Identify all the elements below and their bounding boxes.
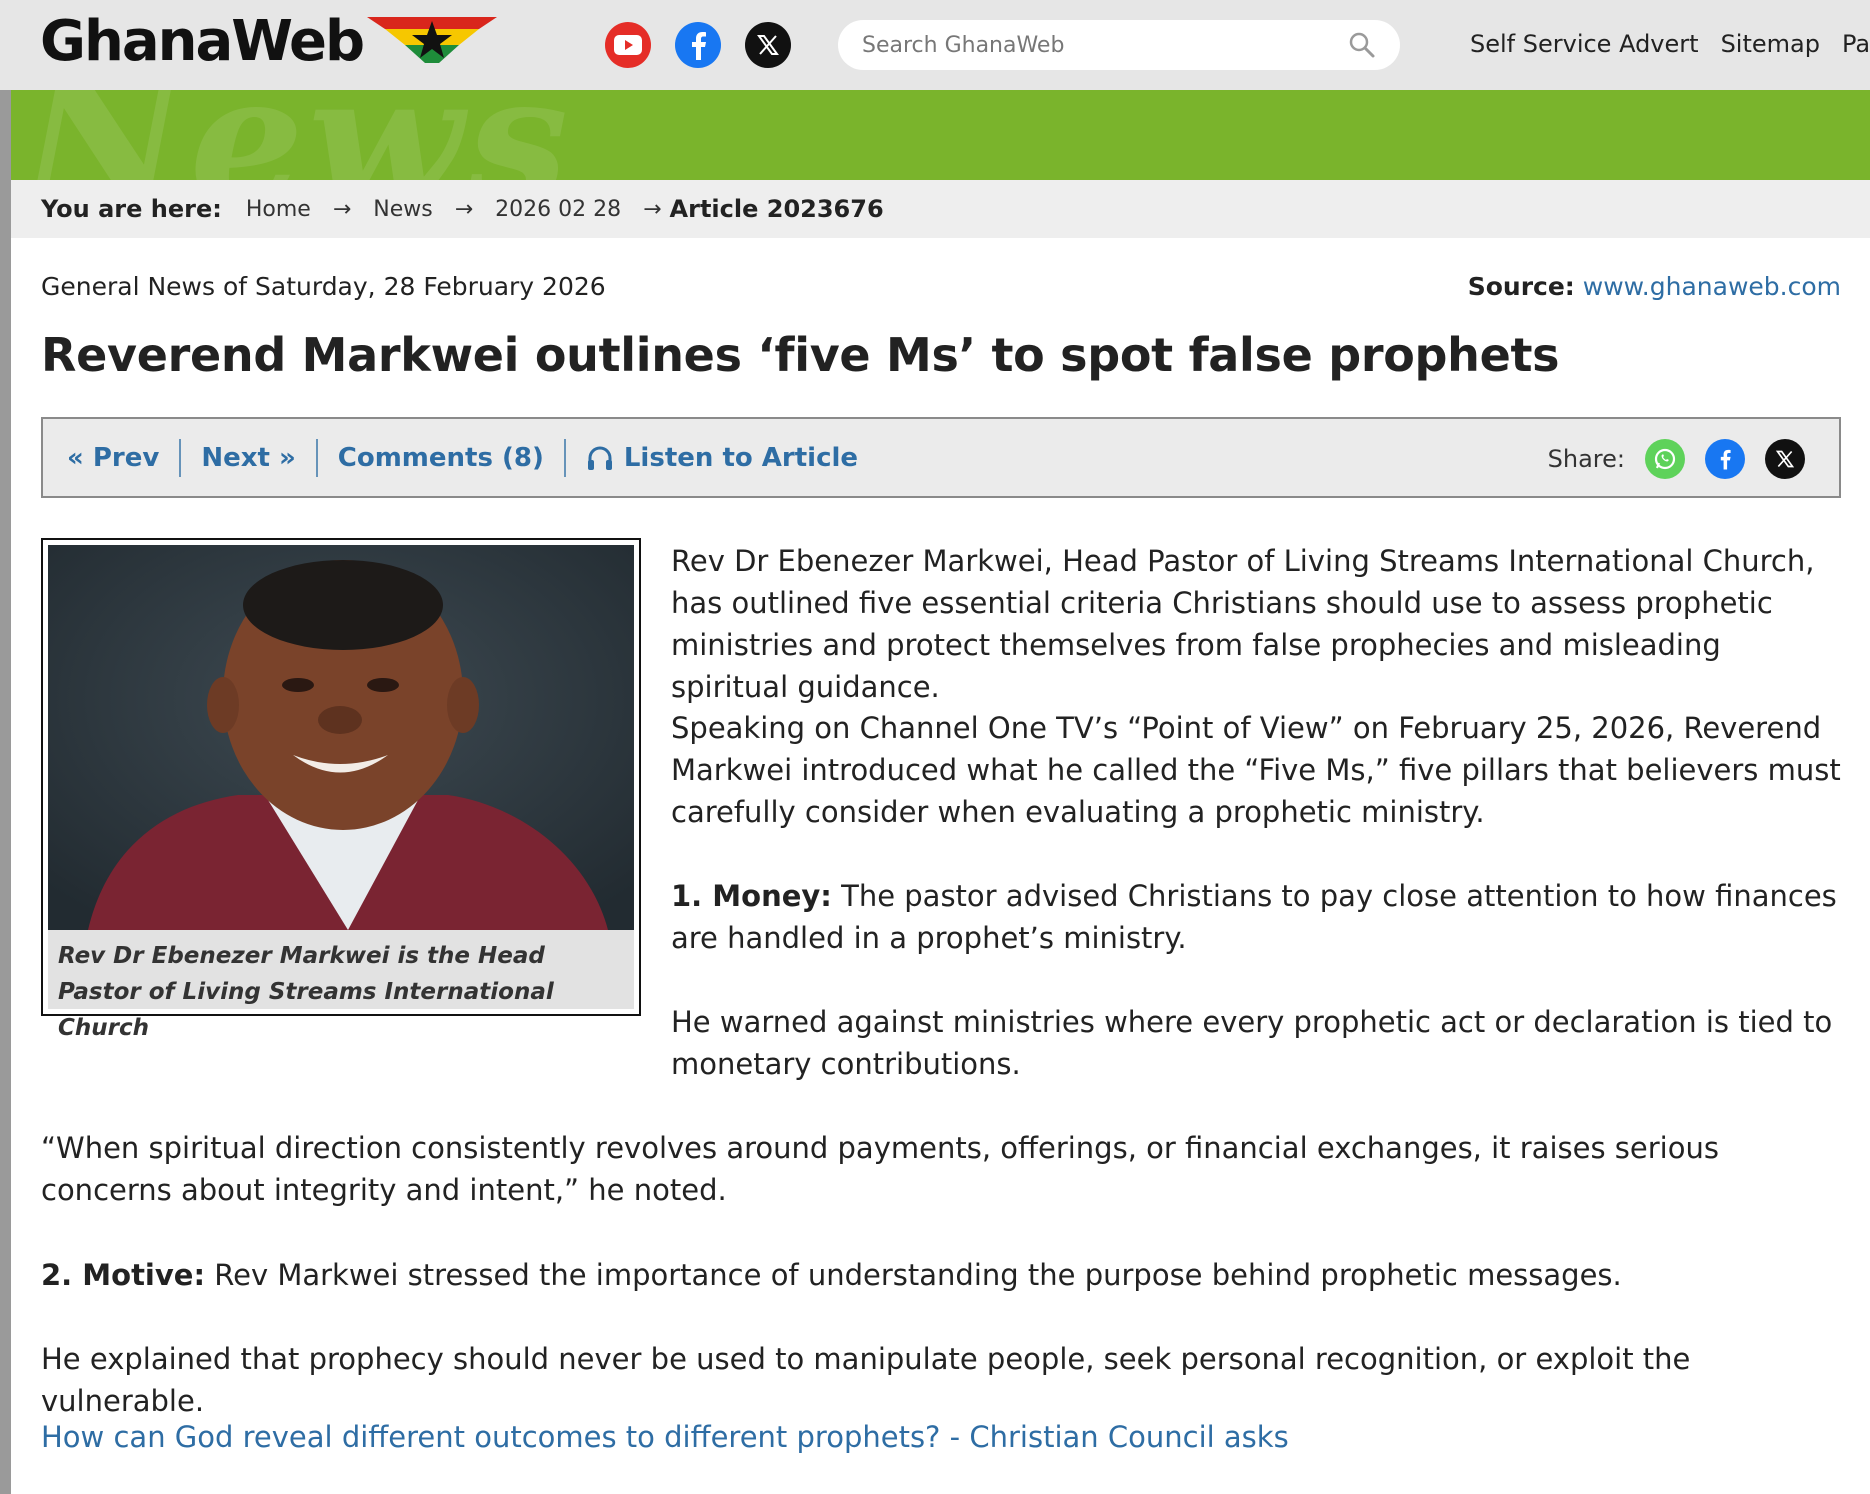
headphones-icon — [587, 446, 612, 470]
toolbar-divider — [563, 438, 566, 477]
left-edge-strip — [0, 90, 11, 1494]
source-label: Source: — [1467, 272, 1575, 301]
nav-sitemap[interactable]: Sitemap — [1721, 30, 1820, 58]
search-icon[interactable] — [1348, 31, 1376, 59]
search-input[interactable] — [862, 32, 1348, 58]
x-icon[interactable] — [745, 22, 791, 68]
nav-self-service-advert[interactable]: Self Service Advert — [1470, 30, 1699, 58]
breadcrumb-current: Article 2023676 — [669, 195, 884, 223]
article-paragraph: “When spiritual direction consistently r… — [41, 1131, 1719, 1207]
search-bar — [838, 20, 1400, 70]
listen-to-article-button[interactable]: Listen to Article — [586, 443, 858, 473]
point-text: The pastor advised Christians to pay clo… — [671, 879, 1837, 955]
toolbar-divider — [179, 438, 182, 477]
portrait-image — [48, 545, 634, 930]
breadcrumb-home[interactable]: Home — [246, 197, 311, 222]
point-text: Rev Markwei stressed the importance of u… — [205, 1258, 1622, 1292]
section-banner: News — [11, 90, 1870, 180]
facebook-icon[interactable] — [1705, 439, 1745, 479]
nav-partners[interactable]: Partne — [1842, 30, 1870, 58]
x-icon[interactable] — [1765, 439, 1805, 479]
logo-text: GhanaWeb — [40, 8, 365, 74]
ghanaweb-logo[interactable]: GhanaWeb — [40, 8, 498, 74]
article-source: Source: www.ghanaweb.com — [1468, 272, 1841, 301]
share-group: Share: — [1548, 439, 1805, 479]
article-paragraph: Speaking on Channel One TV’s “Point of V… — [671, 711, 1841, 829]
point-heading: 1. Money: — [671, 879, 832, 913]
page-title: Reverend Markwei outlines ‘five Ms’ to s… — [41, 328, 1560, 382]
article-paragraph: Rev Dr Ebenezer Markwei, Head Pastor of … — [671, 544, 1815, 704]
breadcrumb: You are here: Home → News → 2026 02 28 →… — [11, 180, 1870, 238]
prev-article-link[interactable]: « Prev — [67, 443, 159, 473]
breadcrumb-arrow: → — [332, 196, 352, 222]
breadcrumb-news[interactable]: News — [373, 197, 432, 222]
site-header: GhanaWeb Self Service Advert Sitemap Par… — [0, 0, 1870, 90]
source-link[interactable]: www.ghanaweb.com — [1583, 272, 1841, 301]
breadcrumb-arrow: → — [643, 196, 662, 222]
ghana-flag-logo-icon — [367, 17, 498, 63]
article-photo[interactable] — [48, 545, 634, 930]
comments-link[interactable]: Comments (8) — [338, 443, 544, 473]
breadcrumb-arrow: → — [454, 196, 474, 222]
banner-watermark: News — [21, 90, 572, 180]
article-paragraph: 1. Money: The pastor advised Christians … — [671, 875, 1841, 959]
whatsapp-icon[interactable] — [1645, 439, 1685, 479]
next-article-link[interactable]: Next » — [201, 443, 295, 473]
facebook-icon[interactable] — [675, 22, 721, 68]
article-paragraph: He warned against ministries where every… — [671, 1005, 1833, 1081]
article-toolbar: « Prev Next » Comments (8) Listen to Art… — [41, 417, 1841, 498]
share-label: Share: — [1547, 445, 1625, 473]
youtube-icon[interactable] — [605, 22, 651, 68]
toolbar-divider — [315, 438, 318, 477]
listen-label: Listen to Article — [623, 442, 859, 473]
article-paragraph: 2. Motive: Rev Markwei stressed the impo… — [41, 1254, 1841, 1296]
article-paragraph: He explained that prophecy should never … — [41, 1342, 1691, 1418]
photo-caption: Rev Dr Ebenezer Markwei is the Head Past… — [48, 930, 634, 1041]
article-meta: General News of Saturday, 28 February 20… — [41, 272, 606, 301]
breadcrumb-date[interactable]: 2026 02 28 — [495, 197, 621, 222]
point-heading: 2. Motive: — [41, 1258, 206, 1292]
related-article-link[interactable]: How can God reveal different outcomes to… — [41, 1420, 1289, 1454]
breadcrumb-label: You are here: — [41, 195, 222, 223]
top-nav-links: Self Service Advert Sitemap Partne — [1470, 30, 1870, 58]
article-photo-figure: Rev Dr Ebenezer Markwei is the Head Past… — [41, 538, 641, 1041]
